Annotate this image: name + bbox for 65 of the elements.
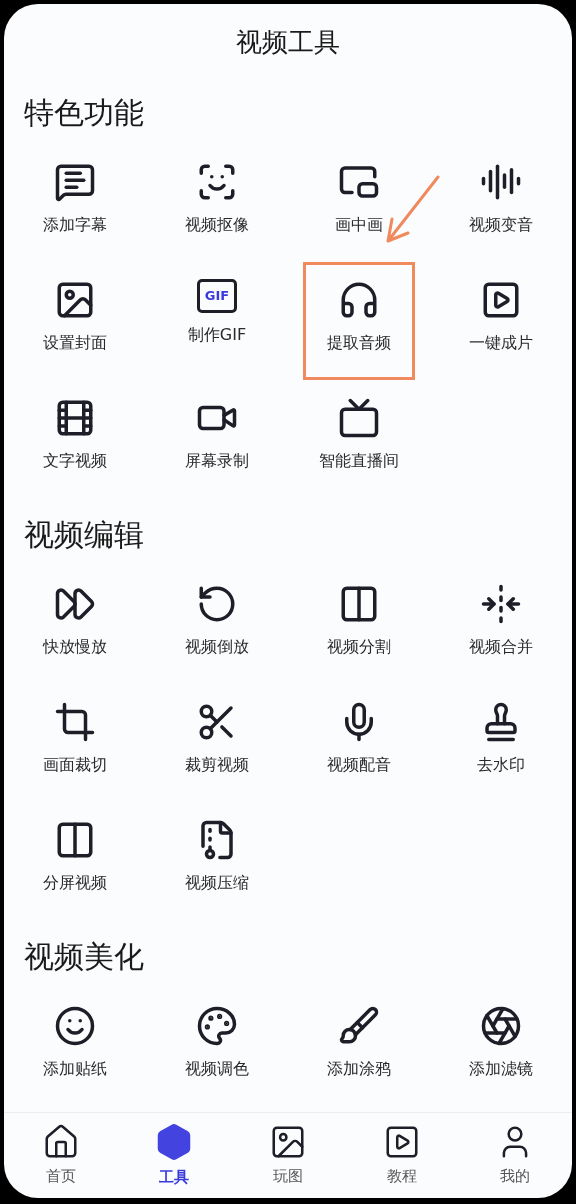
tool-item[interactable]: 添加字幕 bbox=[19, 144, 131, 262]
tool-item[interactable]: 屏幕录制 bbox=[161, 380, 273, 498]
tool-label: 视频抠像 bbox=[185, 214, 249, 236]
tool-label: 智能直播间 bbox=[319, 450, 399, 472]
tool-label: 添加贴纸 bbox=[43, 1058, 107, 1080]
tool-label: 视频倒放 bbox=[185, 636, 249, 658]
tool-item[interactable]: 视频配音 bbox=[303, 684, 415, 802]
nav-tab[interactable]: 玩图 bbox=[231, 1113, 345, 1198]
tool-item[interactable]: 去水印 bbox=[445, 684, 557, 802]
section-heading: 视频编辑 bbox=[24, 515, 144, 554]
tool-label: 裁剪视频 bbox=[185, 754, 249, 776]
tv-icon bbox=[338, 397, 380, 439]
section-heading: 视频美化 bbox=[24, 937, 144, 976]
tool-item[interactable]: 视频倒放 bbox=[161, 566, 273, 684]
tool-item[interactable]: 快放慢放 bbox=[19, 566, 131, 684]
merge-icon bbox=[480, 583, 522, 625]
nav-tab[interactable]: 工具 bbox=[117, 1113, 232, 1198]
tool-label: 视频分割 bbox=[327, 636, 391, 658]
tool-label: 设置封面 bbox=[43, 332, 107, 354]
tool-label: 视频配音 bbox=[327, 754, 391, 776]
tool-label: 分屏视频 bbox=[43, 872, 107, 894]
tool-label: 画中画 bbox=[335, 214, 383, 236]
aperture-icon bbox=[480, 1005, 522, 1047]
tool-item[interactable]: 视频抠像 bbox=[161, 144, 273, 262]
tool-item[interactable]: 视频调色 bbox=[161, 988, 273, 1106]
smiley-icon bbox=[54, 1005, 96, 1047]
tool-label: 制作GIF bbox=[187, 324, 247, 346]
tool-item[interactable]: 视频压缩 bbox=[161, 802, 273, 920]
tool-item[interactable]: 设置封面 bbox=[19, 262, 131, 380]
tool-label: 添加涂鸦 bbox=[327, 1058, 391, 1080]
tool-label: 提取音频 bbox=[327, 332, 391, 354]
tool-label: 画面裁切 bbox=[43, 754, 107, 776]
tool-item[interactable]: 文字视频 bbox=[19, 380, 131, 498]
nav-tab[interactable]: 教程 bbox=[344, 1113, 459, 1198]
tool-item[interactable]: 智能直播间 bbox=[303, 380, 415, 498]
palette-icon bbox=[196, 1005, 238, 1047]
tool-item[interactable]: 画面裁切 bbox=[19, 684, 131, 802]
tool-label: 视频压缩 bbox=[185, 872, 249, 894]
tool-label: 文字视频 bbox=[43, 450, 107, 472]
tool-item[interactable]: 视频合并 bbox=[445, 566, 557, 684]
tool-label: 视频变音 bbox=[469, 214, 533, 236]
tool-label: 添加滤镜 bbox=[469, 1058, 533, 1080]
crop-icon bbox=[54, 701, 96, 743]
page-title: 视频工具 bbox=[236, 25, 340, 59]
tool-item[interactable]: 添加贴纸 bbox=[19, 988, 131, 1106]
tool-label: 视频合并 bbox=[469, 636, 533, 658]
tool-label: 视频调色 bbox=[185, 1058, 249, 1080]
tool-item[interactable]: 视频分割 bbox=[303, 566, 415, 684]
tool-item[interactable]: 一键成片 bbox=[445, 262, 557, 380]
tool-item[interactable]: 添加滤镜 bbox=[445, 988, 557, 1106]
tool-item[interactable]: 视频变音 bbox=[445, 144, 557, 262]
tool-item[interactable]: 分屏视频 bbox=[19, 802, 131, 920]
nav-tab[interactable]: 我的 bbox=[458, 1113, 572, 1198]
tool-item[interactable]: 添加涂鸦 bbox=[303, 988, 415, 1106]
tool-label: 屏幕录制 bbox=[185, 450, 249, 472]
tool-item[interactable]: GIF 制作GIF bbox=[161, 262, 273, 380]
tool-label: 添加字幕 bbox=[43, 214, 107, 236]
tool-label: 去水印 bbox=[477, 754, 525, 776]
gif-icon: GIF bbox=[197, 279, 237, 313]
tool-item[interactable]: 裁剪视频 bbox=[161, 684, 273, 802]
section-heading: 特色功能 bbox=[24, 93, 144, 132]
tool-label: 快放慢放 bbox=[43, 636, 107, 658]
nav-tab[interactable]: 首页 bbox=[4, 1113, 118, 1198]
tool-label: 一键成片 bbox=[469, 332, 533, 354]
tool-item[interactable]: 画中画 bbox=[303, 144, 415, 262]
